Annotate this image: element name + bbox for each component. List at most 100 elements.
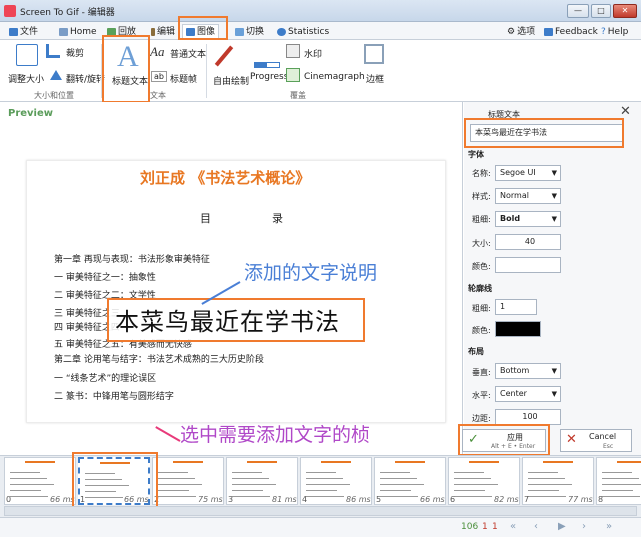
watermark-button[interactable]: 水印 xyxy=(304,47,322,60)
font-style-combo[interactable]: Normal ▼ xyxy=(495,188,561,204)
crop-button[interactable]: 裁剪 xyxy=(66,46,84,59)
horizontal-scrollbar[interactable] xyxy=(4,506,637,516)
thumb-line xyxy=(602,496,640,497)
ribbon: 调整大小 裁剪 翻转/旋转 大小和位置 A 标题文本 Aa 普通文本 ab 标题… xyxy=(0,35,641,103)
title-text-panel: 标题文本 ✕ 本菜鸟最近在学书法 字体 名称: Segoe UI ▼ 样式: No… xyxy=(464,102,641,455)
doc-line: 一 审美特征之一：抽象性 xyxy=(54,273,156,283)
cancel-label: Cancel xyxy=(589,432,617,441)
help-link[interactable]: ? Help xyxy=(598,24,631,39)
minimize-button[interactable]: — xyxy=(567,4,589,18)
thumb-line xyxy=(454,490,485,491)
tab-file[interactable]: 文件 xyxy=(6,24,41,39)
doc-line: 第二章 论用笔与结字：书法艺术成熟的三大历史阶段 xyxy=(54,355,264,365)
first-frame-icon[interactable]: « xyxy=(510,521,516,532)
cinemagraph-button[interactable]: Cinemagraph xyxy=(304,72,365,82)
x-icon: ✕ xyxy=(566,432,577,447)
title-bar: Screen To Gif - 编辑器 — □ ✕ xyxy=(0,0,641,22)
toc-heading-mu: 目 xyxy=(200,212,211,225)
plain-text-icon: Aa xyxy=(150,44,165,59)
previous-frame-icon[interactable]: ‹ xyxy=(534,521,538,532)
margin-input[interactable]: 100 xyxy=(495,409,561,425)
frame-number: 6 xyxy=(450,495,456,504)
thumb-line xyxy=(528,496,566,497)
app-icon xyxy=(4,5,16,17)
horizontal-align-combo[interactable]: Center ▼ xyxy=(495,386,561,402)
outline-color-label: 颜色: xyxy=(472,326,491,335)
status-bar: 106 1 1 « ‹ ▶ › » xyxy=(0,517,641,537)
panel-close-icon[interactable]: ✕ xyxy=(620,104,631,119)
thumb-line xyxy=(306,472,336,473)
thumb-line xyxy=(528,478,565,479)
border-button[interactable]: 边框 xyxy=(366,72,384,85)
frame-count: 106 xyxy=(461,522,479,532)
thumb-line xyxy=(232,490,263,491)
options-link[interactable]: ⚙ 选项 xyxy=(504,24,538,39)
frame-delay: 86 ms xyxy=(346,495,371,504)
progress-icon xyxy=(254,62,280,68)
font-name-combo[interactable]: Segoe UI ▼ xyxy=(495,165,561,181)
toc-heading-lu: 录 xyxy=(272,212,283,225)
thumb-line xyxy=(10,490,41,491)
crop-icon xyxy=(46,44,60,58)
gear-icon: ⚙ xyxy=(507,26,516,37)
frame-delay: 82 ms xyxy=(494,495,519,504)
maximize-button[interactable]: □ xyxy=(591,4,611,18)
brush-icon xyxy=(214,45,234,67)
thumb-line xyxy=(306,496,344,497)
highlight-apply-button xyxy=(458,424,550,456)
thumb-line xyxy=(158,496,196,497)
thumb-line xyxy=(528,472,558,473)
thumb-line xyxy=(158,484,202,485)
annotation-caption-2: 选中需要添加文字的桢 xyxy=(180,424,371,446)
thumb-line xyxy=(10,484,54,485)
tab-edit[interactable]: 编辑 xyxy=(148,24,178,39)
chevron-down-icon: ▼ xyxy=(551,192,557,200)
frame-delay: 77 ms xyxy=(568,495,593,504)
font-size-label: 大小: xyxy=(472,239,491,248)
thumb-line xyxy=(158,478,195,479)
progress-button[interactable]: Progress xyxy=(250,72,288,82)
vertical-label: 垂直: xyxy=(472,368,491,377)
frame-number: 3 xyxy=(228,495,234,504)
pencil-icon xyxy=(151,27,155,36)
flip-rotate-button[interactable]: 翻转/旋转 xyxy=(66,72,105,85)
vertical-align-combo[interactable]: Bottom ▼ xyxy=(495,363,561,379)
tab-label: Statistics xyxy=(288,26,330,37)
flip-icon xyxy=(50,70,62,80)
frame-number: 0 xyxy=(6,495,12,504)
cancel-button[interactable]: ✕ Cancel Esc xyxy=(560,429,632,452)
close-button[interactable]: ✕ xyxy=(613,4,637,18)
frame-number: 5 xyxy=(376,495,382,504)
outline-color-swatch[interactable] xyxy=(495,321,541,337)
thumb-title xyxy=(395,461,425,463)
font-weight-combo[interactable]: Bold ▼ xyxy=(495,211,561,227)
font-size-input[interactable]: 40 xyxy=(495,234,561,250)
highlight-selected-frame xyxy=(72,452,158,510)
play-icon[interactable]: ▶ xyxy=(558,521,566,532)
font-style-label: 样式: xyxy=(472,192,491,201)
thumb-line xyxy=(380,478,417,479)
next-frame-icon[interactable]: › xyxy=(582,521,586,532)
highlight-title-text xyxy=(102,35,150,103)
thumb-line xyxy=(380,496,418,497)
group-overlay-label: 覆盖 xyxy=(290,91,306,100)
last-frame-icon[interactable]: » xyxy=(606,521,612,532)
font-section: 字体 xyxy=(468,150,484,159)
border-icon xyxy=(364,44,384,64)
frame-delay: 66 ms xyxy=(50,495,75,504)
tab-transitions[interactable]: 切换 xyxy=(232,24,267,39)
outline-weight-input[interactable]: 1 xyxy=(495,299,537,315)
chevron-down-icon: ▼ xyxy=(551,367,557,375)
file-icon xyxy=(9,27,18,36)
resize-button[interactable]: 调整大小 xyxy=(8,72,44,85)
feedback-link[interactable]: Feedback xyxy=(541,24,601,39)
font-weight-label: 粗细: xyxy=(472,215,491,224)
thumb-line xyxy=(10,478,47,479)
tab-statistics[interactable]: Statistics xyxy=(274,24,332,39)
font-color-swatch[interactable] xyxy=(495,257,561,273)
title-frame-button[interactable]: 标题帧 xyxy=(170,72,197,85)
window-title: Screen To Gif - 编辑器 xyxy=(20,8,115,18)
tab-home[interactable]: Home xyxy=(56,24,100,39)
plain-text-button[interactable]: 普通文本 xyxy=(170,47,206,60)
freehand-button[interactable]: 自由绘制 xyxy=(213,74,249,87)
